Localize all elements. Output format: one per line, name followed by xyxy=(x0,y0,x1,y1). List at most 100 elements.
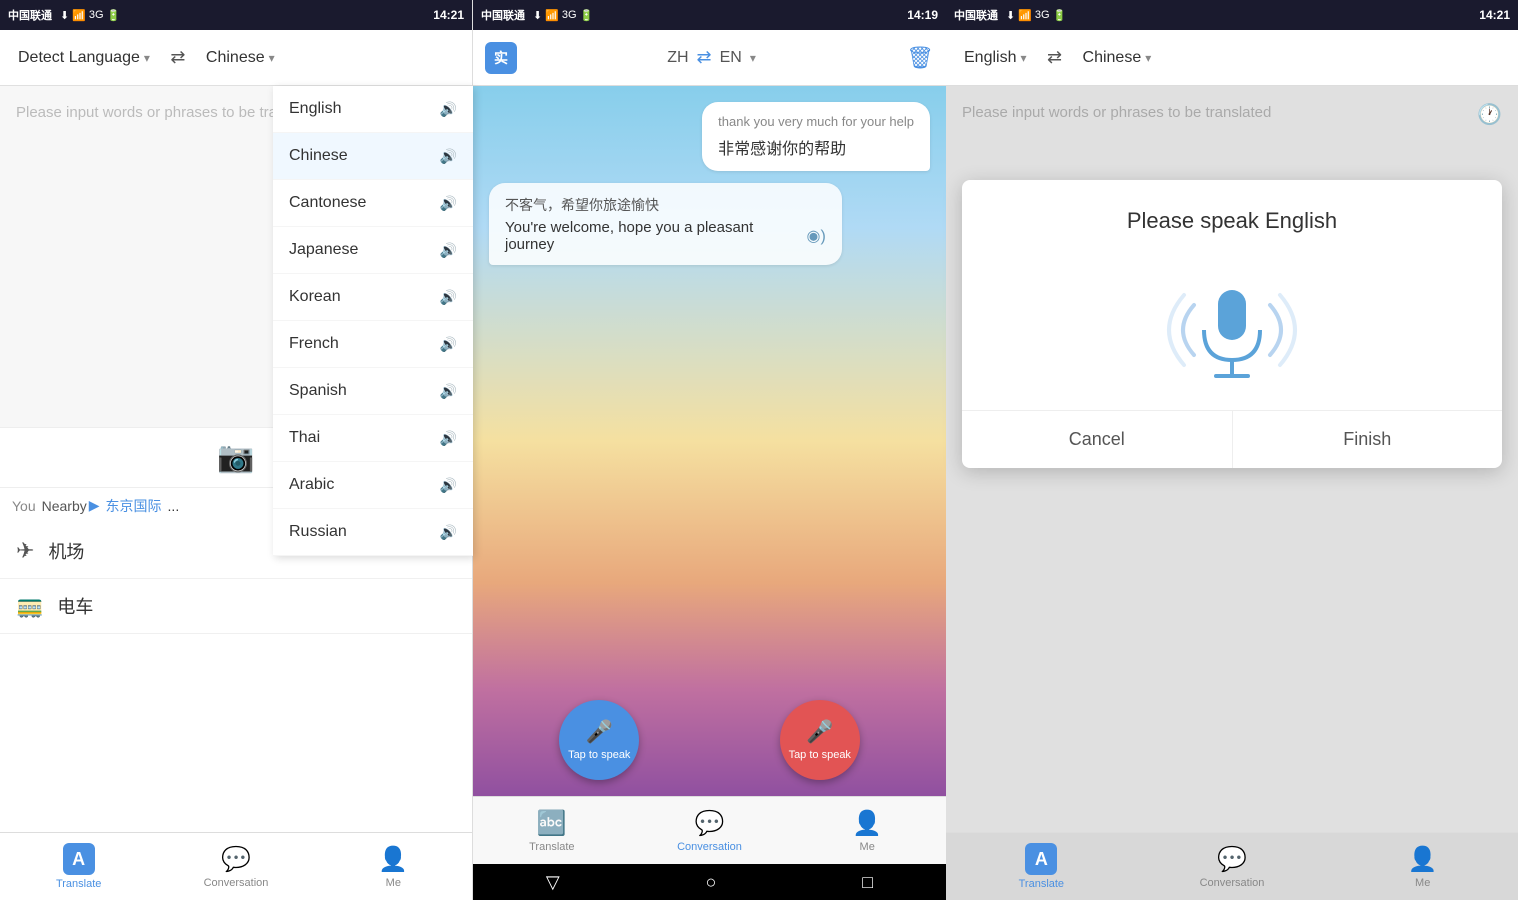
swap-languages-icon[interactable]: ⇄ xyxy=(164,44,192,72)
signal-icon-p2: 3G xyxy=(562,9,577,21)
nav-conversation-p3[interactable]: 💬 Conversation xyxy=(1137,833,1328,900)
chat-bubble-incoming: 不客气，希望你旅途愉快 You're welcome, hope you a p… xyxy=(489,183,842,265)
cancel-button[interactable]: Cancel xyxy=(962,411,1233,468)
target-lang-btn-p3[interactable]: Chinese ▾ xyxy=(1077,45,1158,71)
arabic-option: Arabic xyxy=(289,476,334,494)
panel-speak-dialog: 中国联通 ⬇ 📶 3G 🔋 14:21 English ▾ ⇄ Chinese … xyxy=(946,0,1518,900)
me-icon-p3: 👤 xyxy=(1408,845,1438,874)
chevron-down-icon: ▾ xyxy=(144,51,150,65)
target-lang-btn-p1[interactable]: Chinese ▾ xyxy=(200,45,281,71)
speaker-icon-10[interactable]: 🔊 xyxy=(440,524,457,541)
chevron-down-p2[interactable]: ▾ xyxy=(750,51,756,65)
nav-conversation-p2[interactable]: 💬 Conversation xyxy=(631,797,789,864)
me-label-p3: Me xyxy=(1415,877,1430,889)
swap-icon-p3[interactable]: ⇄ xyxy=(1041,44,1069,72)
spanish-option: Spanish xyxy=(289,382,347,400)
android-nav-p2: ▽ ○ □ xyxy=(473,864,946,900)
recents-btn[interactable]: □ xyxy=(862,872,873,893)
speaker-icon-bubble[interactable]: ◉) xyxy=(807,226,826,246)
conversation-icon-p3: 💬 xyxy=(1217,845,1247,874)
nav-me-p2[interactable]: 👤 Me xyxy=(788,797,946,864)
me-label-p1: Me xyxy=(386,877,401,889)
en-code: EN xyxy=(720,49,742,67)
translate-icon-p3-nav: A xyxy=(1025,843,1057,875)
source-lang-btn-p3[interactable]: English ▾ xyxy=(958,45,1033,71)
dropdown-item-french[interactable]: French 🔊 xyxy=(273,321,473,368)
dropdown-item-cantonese[interactable]: Cantonese 🔊 xyxy=(273,180,473,227)
dialog-mic-area xyxy=(962,250,1502,410)
bottom-nav-p1: A Translate 💬 Conversation 👤 Me xyxy=(0,832,472,900)
nav-translate-p1[interactable]: A Translate xyxy=(0,833,157,900)
conversation-label-p3: Conversation xyxy=(1200,877,1265,889)
camera-icon[interactable]: 📷 xyxy=(217,440,254,475)
dropdown-item-arabic[interactable]: Arabic 🔊 xyxy=(273,462,473,509)
speaker-icon-3[interactable]: 🔊 xyxy=(440,195,457,212)
download-icon-p3: ⬇ xyxy=(1006,9,1015,22)
nav-me-p3[interactable]: 👤 Me xyxy=(1327,833,1518,900)
speaker-icon-9[interactable]: 🔊 xyxy=(440,477,457,494)
battery-icon: 🔋 xyxy=(107,9,121,22)
dropdown-item-japanese[interactable]: Japanese 🔊 xyxy=(273,227,473,274)
nav-translate-p2[interactable]: 🔤 Translate xyxy=(473,797,631,864)
dialog-title: Please speak English xyxy=(962,180,1502,250)
download-icon: ⬇ xyxy=(60,9,69,22)
speak-label-right: Tap to speak xyxy=(789,749,851,761)
korean-option: Korean xyxy=(289,288,341,306)
status-bar-p2: 中国联通 ⬇ 📶 3G 🔋 14:19 xyxy=(473,0,946,30)
nav-conversation-p1[interactable]: 💬 Conversation xyxy=(157,833,314,900)
dropdown-item-russian[interactable]: Russian 🔊 xyxy=(273,509,473,556)
source-zh: 不客气，希望你旅途愉快 xyxy=(505,195,826,215)
speaker-icon-2[interactable]: 🔊 xyxy=(440,148,457,165)
speaker-icon-5[interactable]: 🔊 xyxy=(440,289,457,306)
speaker-icon-6[interactable]: 🔊 xyxy=(440,336,457,353)
speak-btn-left[interactable]: 🎤 Tap to speak xyxy=(559,700,639,780)
zh-code: ZH xyxy=(667,49,688,67)
status-icons-p2: ⬇ 📶 3G 🔋 xyxy=(533,9,593,22)
wifi-icon: 📶 xyxy=(72,9,86,22)
japanese-option: Japanese xyxy=(289,241,358,259)
speaker-icon-7[interactable]: 🔊 xyxy=(440,383,457,400)
input-placeholder-p3: Please input words or phrases to be tran… xyxy=(962,102,1271,125)
english-option: English xyxy=(289,100,341,118)
train-icon: 🚃 xyxy=(16,593,43,619)
you-label: You xyxy=(12,498,36,514)
home-btn[interactable]: ○ xyxy=(706,872,717,893)
dropdown-item-chinese[interactable]: Chinese 🔊 xyxy=(273,133,473,180)
time-p2: 14:19 xyxy=(907,8,938,22)
conversation-label-p2: Conversation xyxy=(677,841,742,853)
speaker-icon-4[interactable]: 🔊 xyxy=(440,242,457,259)
finish-button[interactable]: Finish xyxy=(1233,411,1503,468)
dropdown-item-thai[interactable]: Thai 🔊 xyxy=(273,415,473,462)
source-lang-label-p3: English xyxy=(964,49,1016,67)
speaker-icon-8[interactable]: 🔊 xyxy=(440,430,457,447)
back-btn[interactable]: ▽ xyxy=(546,872,560,893)
dropdown-item-korean[interactable]: Korean 🔊 xyxy=(273,274,473,321)
source-text-1: thank you very much for your help xyxy=(718,114,914,129)
nav-translate-p3[interactable]: A Translate xyxy=(946,833,1137,900)
conversation-icon-p2: 💬 xyxy=(695,809,725,838)
chat-bubble-outgoing: thank you very much for your help 非常感谢你的… xyxy=(702,102,930,171)
translate-icon-p2-nav: 🔤 xyxy=(537,809,567,838)
lang-pair-p2: ZH ⇄ EN ▾ xyxy=(667,47,756,68)
dropdown-item-spanish[interactable]: Spanish 🔊 xyxy=(273,368,473,415)
panel-translate-dropdown: 中国联通 ⬇ 📶 3G 🔋 14:21 Detect Language ▾ ⇄ … xyxy=(0,0,473,900)
source-lang-label-p1: Detect Language xyxy=(18,49,140,67)
source-lang-btn-p1[interactable]: Detect Language ▾ xyxy=(12,45,156,71)
chevron-down-icon-2: ▾ xyxy=(269,51,275,65)
swap-icon-p2[interactable]: ⇄ xyxy=(697,47,712,68)
trash-icon[interactable]: 🗑 xyxy=(906,45,934,71)
speak-buttons-area: 🎤 Tap to speak 🎤 Tap to speak xyxy=(473,700,946,780)
history-icon[interactable]: 🕐 xyxy=(1477,102,1502,127)
dropdown-item-english[interactable]: English 🔊 xyxy=(273,86,473,133)
toolbar-p2: 实 ZH ⇄ EN ▾ 🗑 xyxy=(473,30,946,86)
conversation-icon-p1: 💬 xyxy=(221,845,251,874)
list-item[interactable]: 🚃 电车 xyxy=(0,579,472,634)
speak-btn-right[interactable]: 🎤 Tap to speak xyxy=(780,700,860,780)
train-label: 电车 xyxy=(57,593,93,619)
speaker-icon[interactable]: 🔊 xyxy=(440,101,457,118)
conversation-label-p1: Conversation xyxy=(204,877,269,889)
nav-me-p1[interactable]: 👤 Me xyxy=(315,833,472,900)
location-text: 东京国际 xyxy=(106,496,162,516)
status-bar-p3: 中国联通 ⬇ 📶 3G 🔋 14:21 xyxy=(946,0,1518,30)
translate-label-p3: Translate xyxy=(1019,878,1064,890)
